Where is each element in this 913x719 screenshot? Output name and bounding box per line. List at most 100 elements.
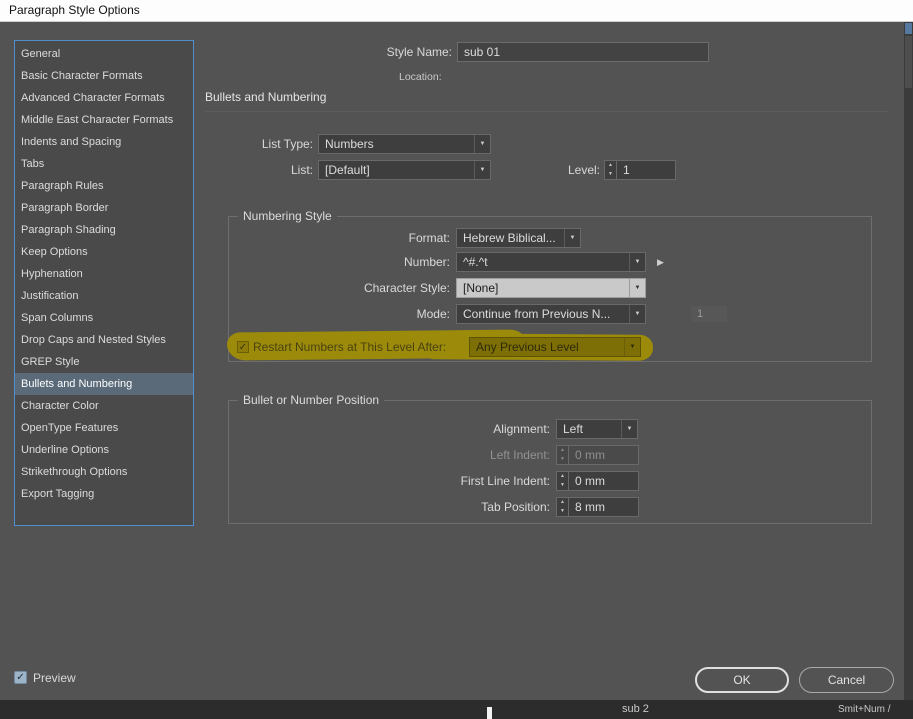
location-label: Location: bbox=[399, 71, 442, 83]
format-dropdown[interactable]: Hebrew Biblical... ▼ bbox=[456, 228, 581, 248]
sidebar-item-general[interactable]: General bbox=[15, 43, 193, 65]
chevron-down-icon: ▼ bbox=[624, 338, 640, 356]
bullet-position-group: Bullet or Number Position Alignment: Lef… bbox=[228, 392, 872, 524]
number-label: Number: bbox=[403, 255, 450, 269]
mode-label: Mode: bbox=[416, 307, 450, 321]
bullet-position-legend: Bullet or Number Position bbox=[238, 392, 385, 408]
list-type-label: List Type: bbox=[261, 137, 313, 151]
alignment-value: Left bbox=[563, 422, 584, 436]
first-line-indent-stepper: ▲ ▼ 0 mm bbox=[556, 471, 639, 491]
spinner-down-icon[interactable]: ▼ bbox=[605, 170, 616, 179]
paragraph-style-options-dialog: Paragraph Style Options General Basic Ch… bbox=[0, 0, 913, 719]
preview-checkbox[interactable]: ✓ bbox=[14, 671, 27, 684]
spinner-up-icon[interactable]: ▲ bbox=[557, 472, 568, 481]
ok-button[interactable]: OK bbox=[695, 667, 789, 693]
sidebar-item-basic-character-formats[interactable]: Basic Character Formats bbox=[15, 65, 193, 87]
number-value: ^#.^t bbox=[463, 255, 488, 269]
stepper-arrows[interactable]: ▲ ▼ bbox=[556, 497, 569, 517]
mode-aux-field: 1 bbox=[691, 306, 727, 322]
sidebar-item-bullets-and-numbering[interactable]: Bullets and Numbering bbox=[15, 373, 193, 395]
preview-label: Preview bbox=[33, 671, 76, 685]
scrollbar-track-segment bbox=[905, 36, 912, 88]
scrollbar-thumb[interactable] bbox=[905, 23, 912, 34]
left-indent-label: Left Indent: bbox=[489, 448, 550, 462]
style-name-label: Style Name: bbox=[386, 45, 452, 59]
format-value: Hebrew Biblical... bbox=[463, 231, 556, 245]
alignment-dropdown[interactable]: Left ▼ bbox=[556, 419, 638, 439]
check-icon: ✓ bbox=[16, 672, 25, 683]
restart-level-value: Any Previous Level bbox=[476, 340, 579, 354]
character-style-label: Character Style: bbox=[363, 281, 450, 295]
list-dropdown[interactable]: [Default] ▼ bbox=[318, 160, 491, 180]
character-style-dropdown[interactable]: [None] ▼ bbox=[456, 278, 646, 298]
sidebar-item-underline-options[interactable]: Underline Options bbox=[15, 439, 193, 461]
tab-position-stepper: ▲ ▼ 8 mm bbox=[556, 497, 639, 517]
chevron-down-icon: ▼ bbox=[474, 161, 490, 179]
stepper-arrows[interactable]: ▲ ▼ bbox=[556, 471, 569, 491]
format-label: Format: bbox=[408, 231, 450, 245]
sidebar-item-export-tagging[interactable]: Export Tagging bbox=[15, 483, 193, 505]
left-indent-field: 0 mm bbox=[569, 445, 639, 465]
spinner-up-icon[interactable]: ▲ bbox=[605, 161, 616, 170]
numbering-style-legend: Numbering Style bbox=[238, 208, 337, 224]
chevron-down-icon: ▼ bbox=[564, 229, 580, 247]
tab-position-label: Tab Position: bbox=[481, 500, 550, 514]
alignment-label: Alignment: bbox=[493, 422, 550, 436]
sidebar-item-strikethrough-options[interactable]: Strikethrough Options bbox=[15, 461, 193, 483]
sidebar-item-paragraph-rules[interactable]: Paragraph Rules bbox=[15, 175, 193, 197]
sidebar-item-grep-style[interactable]: GREP Style bbox=[15, 351, 193, 373]
sidebar-item-paragraph-shading[interactable]: Paragraph Shading bbox=[15, 219, 193, 241]
dialog-titlebar[interactable]: Paragraph Style Options bbox=[0, 0, 913, 22]
stepper-arrows[interactable]: ▲ ▼ bbox=[604, 160, 617, 180]
spinner-down-icon: ▼ bbox=[560, 456, 565, 462]
sidebar-item-advanced-character-formats[interactable]: Advanced Character Formats bbox=[15, 87, 193, 109]
mode-dropdown[interactable]: Continue from Previous N... ▼ bbox=[456, 304, 646, 324]
sidebar-item-indents-and-spacing[interactable]: Indents and Spacing bbox=[15, 131, 193, 153]
chevron-down-icon: ▼ bbox=[629, 305, 645, 323]
list-label: List: bbox=[290, 163, 313, 177]
style-name-input[interactable] bbox=[457, 42, 709, 62]
restart-numbers-checkbox[interactable]: ✓ bbox=[237, 341, 249, 353]
page-title: Bullets and Numbering bbox=[205, 90, 327, 104]
number-combo[interactable]: ^#.^t ▼ bbox=[456, 252, 646, 272]
sidebar-item-tabs[interactable]: Tabs bbox=[15, 153, 193, 175]
tab-position-field[interactable]: 8 mm bbox=[569, 497, 639, 517]
chevron-down-icon: ▼ bbox=[621, 420, 637, 438]
level-field[interactable]: 1 bbox=[617, 160, 676, 180]
chevron-down-icon: ▼ bbox=[629, 253, 645, 271]
level-label: Level: bbox=[567, 163, 600, 177]
sidebar-item-paragraph-border[interactable]: Paragraph Border bbox=[15, 197, 193, 219]
background-style-name: sub 2 bbox=[622, 703, 649, 715]
numbering-style-group: Numbering Style Format: Hebrew Biblical.… bbox=[226, 208, 872, 362]
left-indent-stepper: ▲ ▼ 0 mm bbox=[556, 445, 639, 465]
first-line-indent-field[interactable]: 0 mm bbox=[569, 471, 639, 491]
sidebar-item-character-color[interactable]: Character Color bbox=[15, 395, 193, 417]
character-style-value: [None] bbox=[463, 281, 499, 295]
sidebar-item-middle-east-character-formats[interactable]: Middle East Character Formats bbox=[15, 109, 193, 131]
level-stepper: ▲ ▼ 1 bbox=[604, 160, 676, 180]
restart-level-dropdown[interactable]: Any Previous Level ▼ bbox=[469, 337, 641, 357]
spinner-up-icon: ▲ bbox=[560, 447, 565, 453]
stepper-arrows: ▲ ▼ bbox=[556, 445, 569, 465]
cancel-button[interactable]: Cancel bbox=[799, 667, 894, 693]
sidebar-item-opentype-features[interactable]: OpenType Features bbox=[15, 417, 193, 439]
chevron-down-icon: ▼ bbox=[629, 279, 645, 297]
sidebar-item-justification[interactable]: Justification bbox=[15, 285, 193, 307]
background-panel-fragment bbox=[487, 707, 492, 719]
restart-numbers-label: Restart Numbers at This Level After: bbox=[253, 340, 447, 354]
spinner-down-icon[interactable]: ▼ bbox=[557, 507, 568, 516]
sidebar-item-keep-options[interactable]: Keep Options bbox=[15, 241, 193, 263]
chevron-down-icon: ▼ bbox=[474, 135, 490, 153]
section-divider bbox=[205, 111, 889, 112]
spinner-up-icon[interactable]: ▲ bbox=[557, 498, 568, 507]
list-type-dropdown[interactable]: Numbers ▼ bbox=[318, 134, 491, 154]
mode-value: Continue from Previous N... bbox=[463, 307, 611, 321]
dialog-title: Paragraph Style Options bbox=[9, 3, 140, 17]
scrollbar[interactable] bbox=[904, 22, 913, 700]
number-flyout-icon[interactable]: ▶ bbox=[657, 257, 664, 268]
sidebar-item-span-columns[interactable]: Span Columns bbox=[15, 307, 193, 329]
sidebar-item-drop-caps-and-nested-styles[interactable]: Drop Caps and Nested Styles bbox=[15, 329, 193, 351]
first-line-indent-label: First Line Indent: bbox=[460, 474, 550, 488]
sidebar-item-hyphenation[interactable]: Hyphenation bbox=[15, 263, 193, 285]
spinner-down-icon[interactable]: ▼ bbox=[557, 481, 568, 490]
